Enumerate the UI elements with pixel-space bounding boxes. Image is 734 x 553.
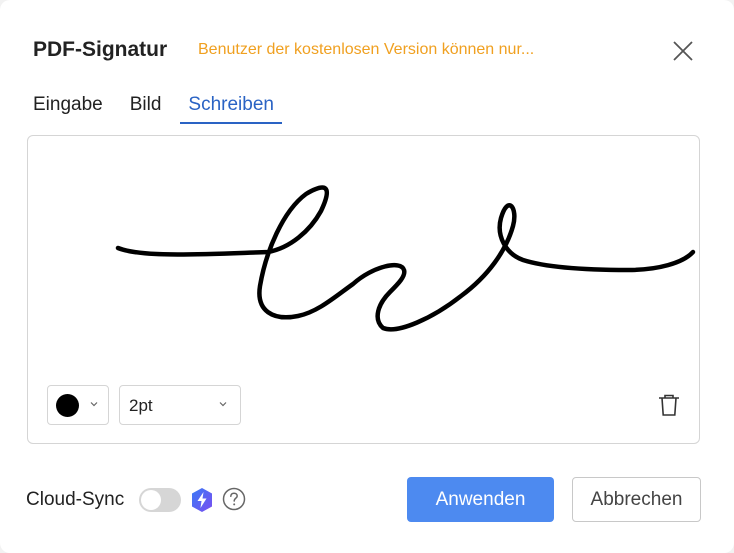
tab-eingabe[interactable]: Eingabe — [25, 90, 111, 124]
toggle-knob — [141, 490, 161, 510]
dialog-title: PDF-Signatur — [33, 38, 168, 61]
bolt-badge-icon — [192, 488, 212, 512]
apply-button[interactable]: Anwenden — [407, 477, 554, 522]
help-button[interactable] — [222, 487, 246, 516]
free-version-notice[interactable]: Benutzer der kostenlosen Version können … — [198, 41, 534, 59]
cloud-sync-label: Cloud-Sync — [26, 489, 125, 510]
pen-color-swatch — [56, 394, 79, 417]
signature-mode-tabs: Eingabe Bild Schreiben — [25, 90, 293, 124]
pen-size-select[interactable]: 2pt — [119, 385, 241, 425]
cloud-sync-toggle[interactable] — [139, 488, 181, 512]
signature-drawing-canvas[interactable]: 2pt — [27, 135, 700, 444]
tab-bild[interactable]: Bild — [122, 90, 170, 124]
trash-icon — [659, 394, 679, 416]
close-icon — [673, 41, 693, 61]
pdf-signature-dialog: PDF-Signatur Benutzer der kostenlosen Ve… — [0, 0, 734, 553]
pen-size-value: 2pt — [129, 396, 153, 415]
tab-schreiben[interactable]: Schreiben — [180, 90, 282, 124]
close-button[interactable] — [668, 36, 698, 66]
help-circle-icon — [222, 487, 246, 511]
chevron-down-icon — [90, 402, 98, 407]
cancel-button[interactable]: Abbrechen — [572, 477, 701, 522]
pen-color-picker[interactable] — [47, 385, 109, 425]
clear-signature-button[interactable] — [656, 392, 682, 423]
chevron-down-icon — [219, 402, 227, 407]
